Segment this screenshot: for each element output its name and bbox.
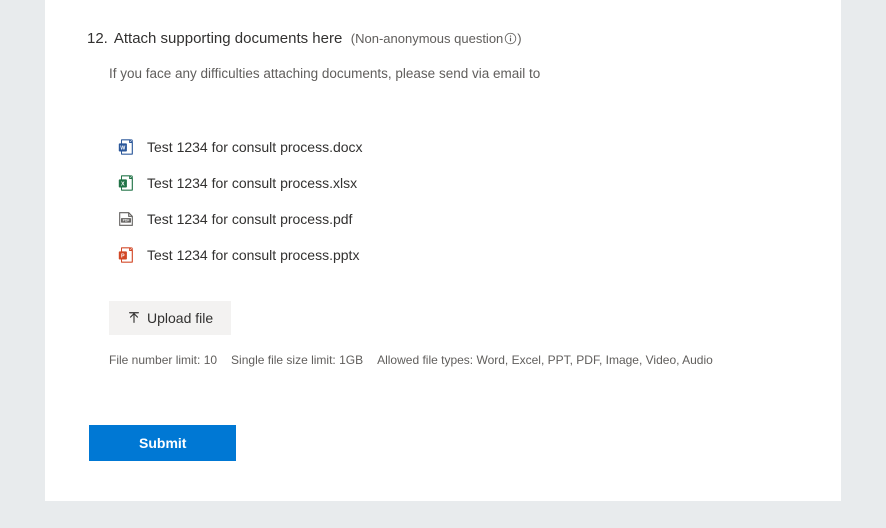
file-item[interactable]: X Test 1234 for consult process.xlsx: [117, 165, 799, 201]
form-card: 12. Attach supporting documents here (No…: [45, 0, 841, 501]
pdf-icon: PDF: [117, 210, 135, 228]
file-types-allowed: Allowed file types: Word, Excel, PPT, PD…: [377, 353, 713, 367]
upload-button-label: Upload file: [147, 310, 213, 326]
svg-text:PDF: PDF: [123, 219, 130, 223]
file-name: Test 1234 for consult process.docx: [147, 139, 363, 155]
upload-arrow-icon: [127, 311, 141, 325]
file-name: Test 1234 for consult process.pdf: [147, 211, 352, 227]
svg-text:X: X: [121, 182, 125, 188]
excel-icon: X: [117, 174, 135, 192]
file-size-limit: Single file size limit: 1GB: [231, 353, 363, 367]
question-meta: (Non-anonymous question ): [351, 31, 522, 46]
submit-button[interactable]: Submit: [89, 425, 236, 461]
powerpoint-icon: P: [117, 246, 135, 264]
question-title: Attach supporting documents here: [114, 30, 342, 47]
question-header: 12. Attach supporting documents here (No…: [87, 30, 799, 48]
file-item[interactable]: P Test 1234 for consult process.pptx: [117, 237, 799, 273]
question-number: 12.: [87, 30, 108, 47]
question-meta-prefix: (Non-anonymous question: [351, 31, 503, 46]
upload-file-button[interactable]: Upload file: [109, 301, 231, 335]
file-name: Test 1234 for consult process.xlsx: [147, 175, 357, 191]
file-item[interactable]: W Test 1234 for consult process.docx: [117, 129, 799, 165]
file-item[interactable]: PDF Test 1234 for consult process.pdf: [117, 201, 799, 237]
file-name: Test 1234 for consult process.pptx: [147, 247, 359, 263]
file-list: W Test 1234 for consult process.docx X T…: [117, 129, 799, 273]
file-number-limit: File number limit: 10: [109, 353, 217, 367]
question-description: If you face any difficulties attaching d…: [109, 66, 799, 81]
word-icon: W: [117, 138, 135, 156]
file-limits: File number limit: 10 Single file size l…: [109, 353, 799, 367]
svg-text:P: P: [121, 254, 125, 260]
submit-button-label: Submit: [139, 435, 186, 451]
info-icon[interactable]: [504, 32, 517, 45]
question-meta-suffix: ): [517, 31, 521, 46]
